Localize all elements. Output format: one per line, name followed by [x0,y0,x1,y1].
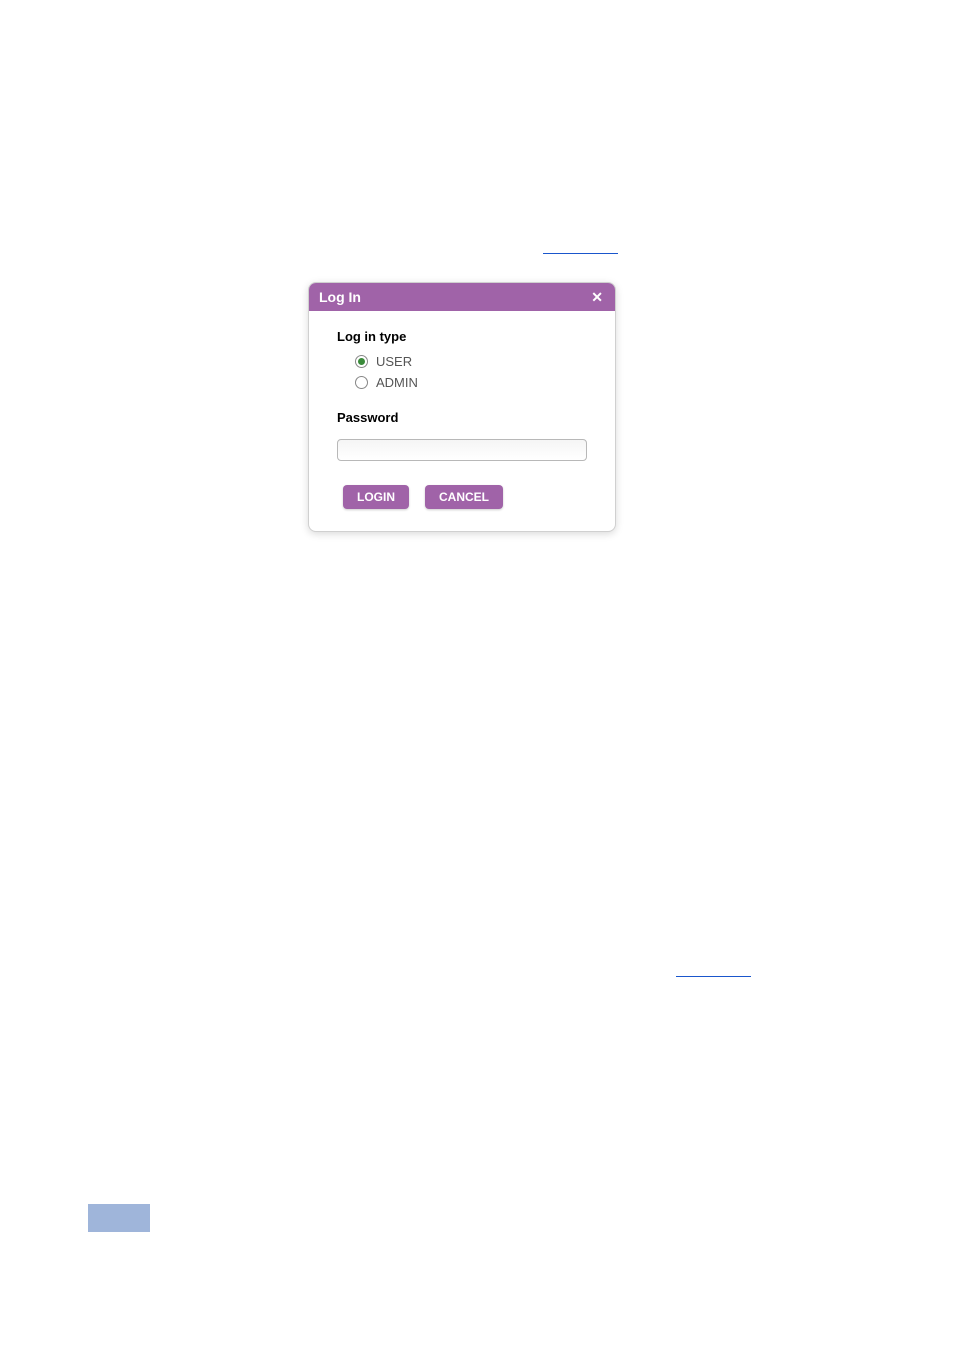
login-type-label: Log in type [337,329,587,344]
login-type-radio-group: USER ADMIN [355,354,587,390]
login-button[interactable]: LOGIN [343,485,409,509]
button-row: LOGIN CANCEL [343,485,587,509]
link-underline-1 [543,253,618,254]
radio-option-admin[interactable]: ADMIN [355,375,587,390]
link-underline-2 [676,976,751,977]
radio-label-user: USER [376,354,412,369]
cancel-button[interactable]: CANCEL [425,485,503,509]
page-number-box [88,1204,150,1232]
radio-option-user[interactable]: USER [355,354,587,369]
radio-label-admin: ADMIN [376,375,418,390]
password-label: Password [337,410,587,425]
login-dialog: Log In ✕ Log in type USER ADMIN Password… [308,282,616,532]
radio-icon-selected [355,355,368,368]
password-input[interactable] [337,439,587,461]
dialog-body: Log in type USER ADMIN Password LOGIN CA… [309,311,615,531]
dialog-title: Log In [319,289,361,305]
close-icon[interactable]: ✕ [589,290,605,304]
radio-icon-unselected [355,376,368,389]
dialog-header: Log In ✕ [309,283,615,311]
